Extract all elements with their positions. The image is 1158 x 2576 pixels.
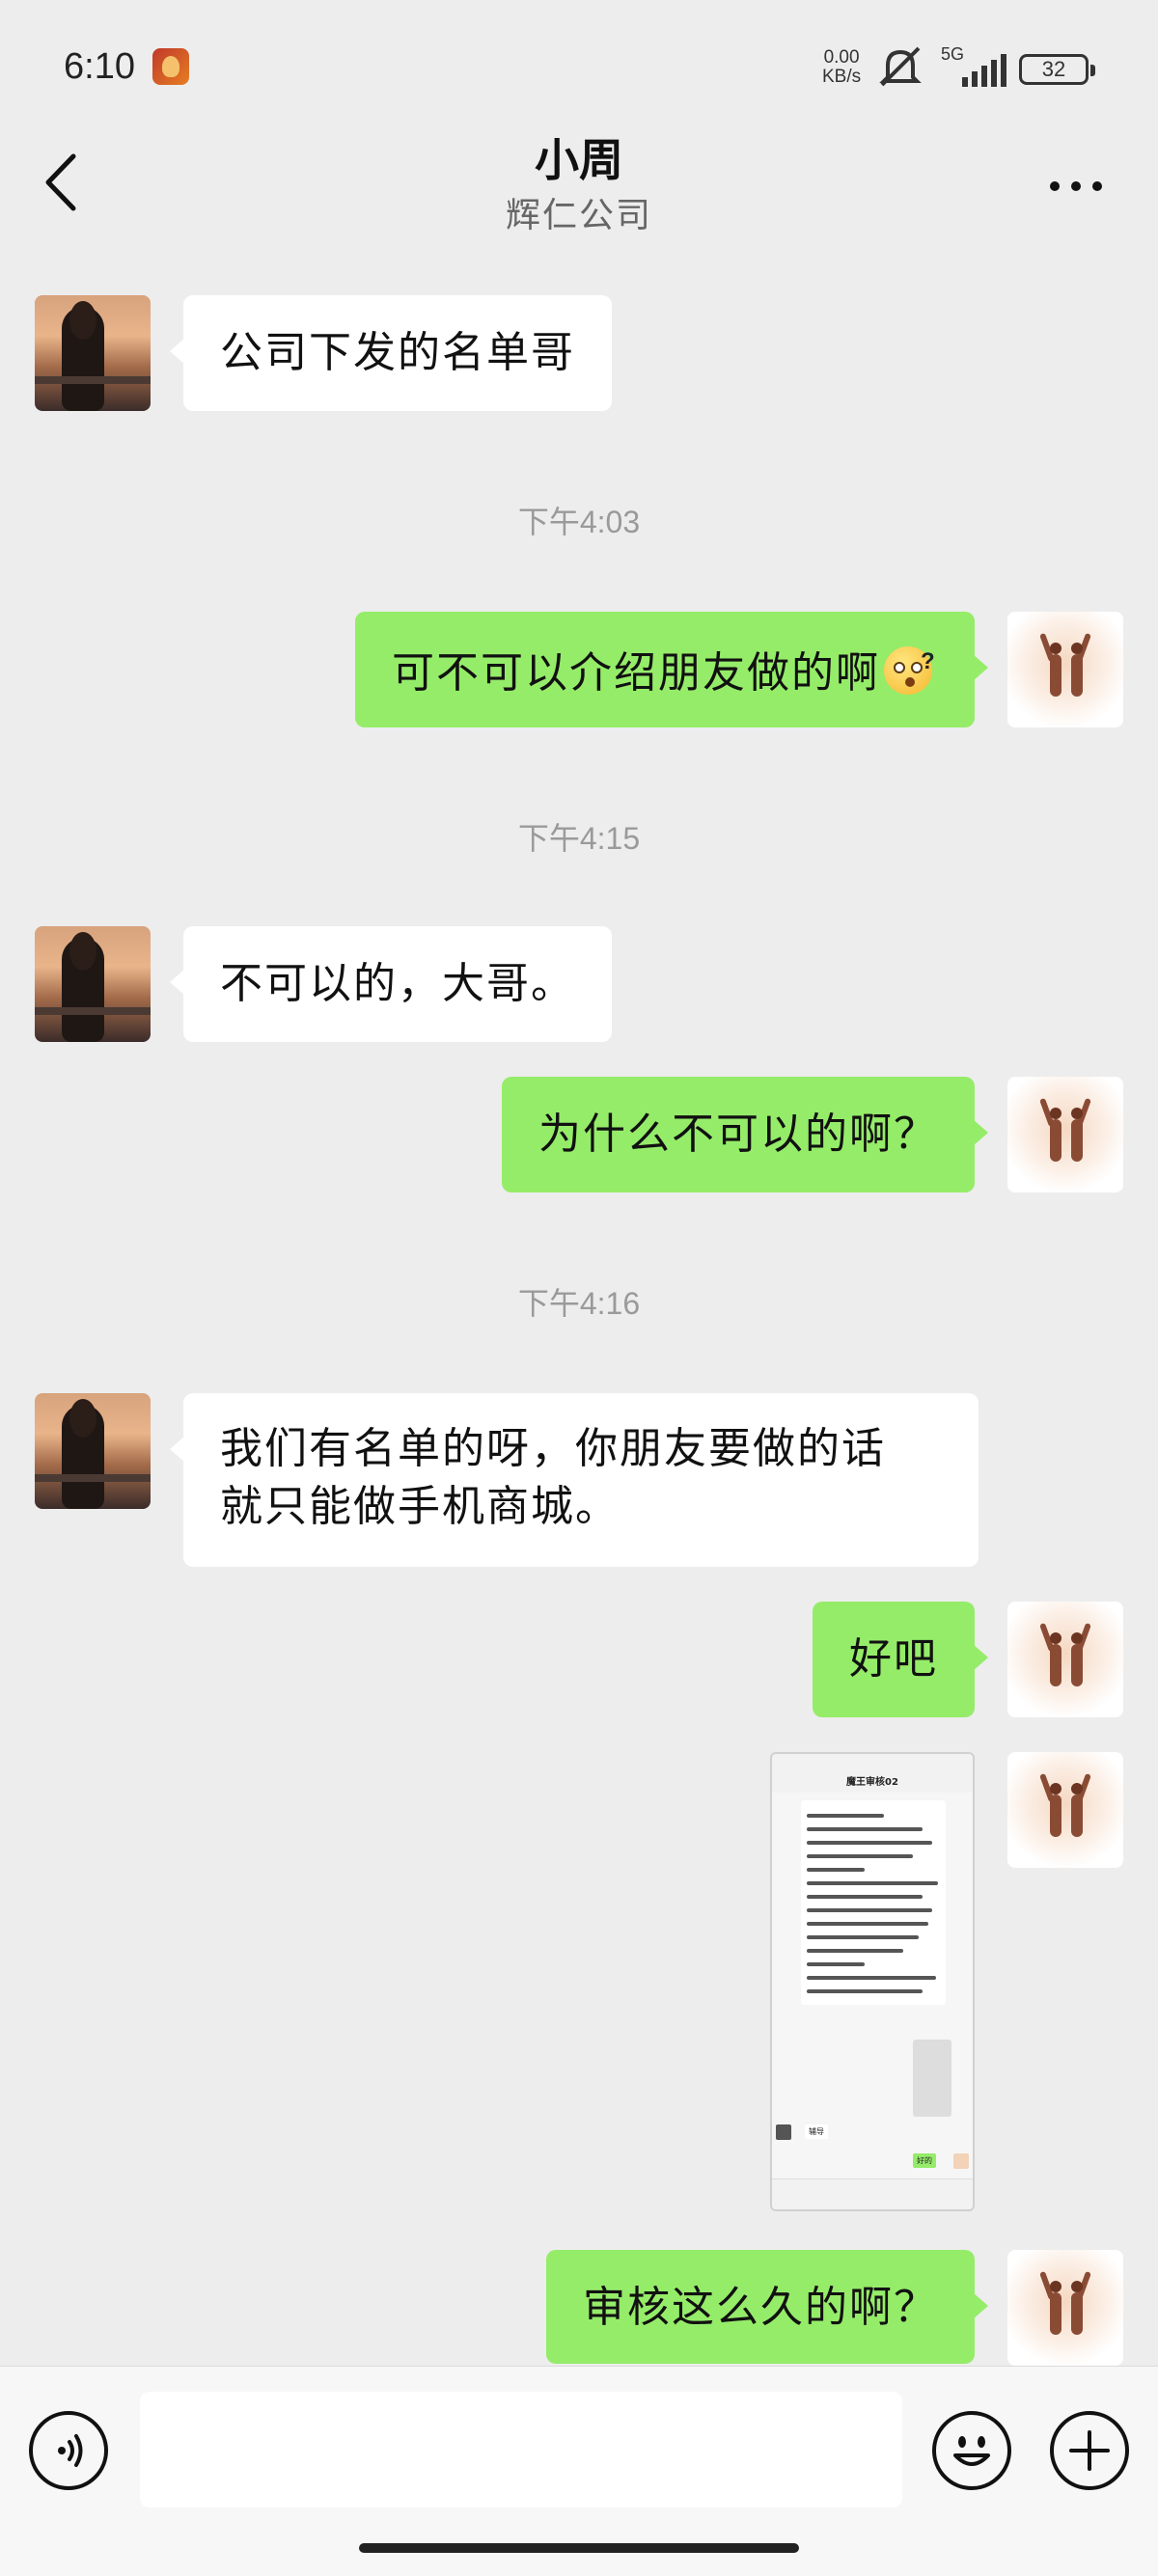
smiley-icon [953,2436,990,2466]
thumbnail-title: 魔王审核02 [846,1777,898,1788]
message-text-line: 我们有名单的呀，你朋友要做的话 [220,1424,886,1473]
chat-header: 小周 辉仁公司 [0,106,1158,251]
contact-avatar[interactable] [35,926,151,1042]
image-message-thumbnail[interactable]: 魔王审核02 辅导 好的 [770,1752,975,2211]
network-speed: 0.00 KB/s [822,48,861,87]
message-bubble[interactable]: 为什么不可以的啊？ [502,1077,988,1192]
contact-avatar[interactable] [35,295,151,411]
contact-avatar[interactable] [35,1393,151,1509]
thumbnail-reply: 好的 [913,2153,936,2168]
plus-icon [1069,2430,1110,2471]
message-bubble[interactable]: 公司下发的名单哥 [170,295,612,411]
emoji-button[interactable] [932,2411,1011,2490]
message-text-line: 就只能做手机商城。 [220,1482,620,1531]
my-avatar[interactable] [1007,2250,1123,2366]
signal-bars-icon [962,54,1006,87]
message-row: 我们有名单的呀，你朋友要做的话 就只能做手机商城。 [0,1393,1158,1567]
network-speed-value: 0.00 [823,47,860,68]
battery-indicator: 32 [1019,54,1095,85]
message-row: 不可以的，大哥。 [0,926,1158,1042]
timestamp: 下午4:15 [517,821,641,856]
more-functions-button[interactable] [1050,2411,1129,2490]
voice-button[interactable] [29,2411,108,2490]
message-row: 公司下发的名单哥 [0,295,1158,411]
message-row: 审核这么久的啊？ [0,2250,1158,2366]
message-bubble[interactable]: 我们有名单的呀，你朋友要做的话 就只能做手机商城。 [170,1393,979,1567]
message-row: 为什么不可以的啊？ [0,1077,1158,1192]
message-bubble[interactable]: 好吧 [813,1602,988,1717]
message-row: 可不可以介绍朋友做的啊? [0,612,1158,727]
message-bubble[interactable]: 不可以的，大哥。 [170,926,612,1042]
message-text: 可不可以介绍朋友做的啊 [392,648,880,698]
network-type: 5G [941,44,965,64]
chat-title: 小周 [535,134,623,186]
message-bubble[interactable]: 可不可以介绍朋友做的啊? [355,612,988,727]
my-avatar[interactable] [1007,1602,1123,1717]
network-speed-unit: KB/s [822,67,862,87]
mute-bell-icon [876,44,924,93]
my-avatar[interactable] [1007,612,1123,727]
my-avatar[interactable] [1007,1752,1123,1868]
message-list[interactable]: 公司下发的名单哥 下午4:03 可不可以介绍朋友做的啊? 下午4:15 不可以的… [0,251,1158,2366]
thumbnail-text-card [801,1800,946,2005]
message-input[interactable] [140,2392,902,2507]
message-row: 魔王审核02 辅导 好的 [0,1752,1158,2215]
more-dots-icon [1050,181,1060,191]
chat-subtitle: 辉仁公司 [505,196,652,235]
timestamp: 下午4:16 [517,1286,641,1321]
home-indicator[interactable] [359,2543,799,2553]
app-notification-icon [152,48,189,85]
message-bubble[interactable]: 审核这么久的啊？ [546,2250,988,2364]
surprised-question-emoji-icon: ? [884,641,938,695]
voice-icon [58,2434,83,2467]
status-time: 6:10 [64,46,135,87]
timestamp: 下午4:03 [517,505,641,539]
more-options-button[interactable] [1042,168,1110,206]
my-avatar[interactable] [1007,1077,1123,1192]
message-row: 好吧 [0,1602,1158,1717]
